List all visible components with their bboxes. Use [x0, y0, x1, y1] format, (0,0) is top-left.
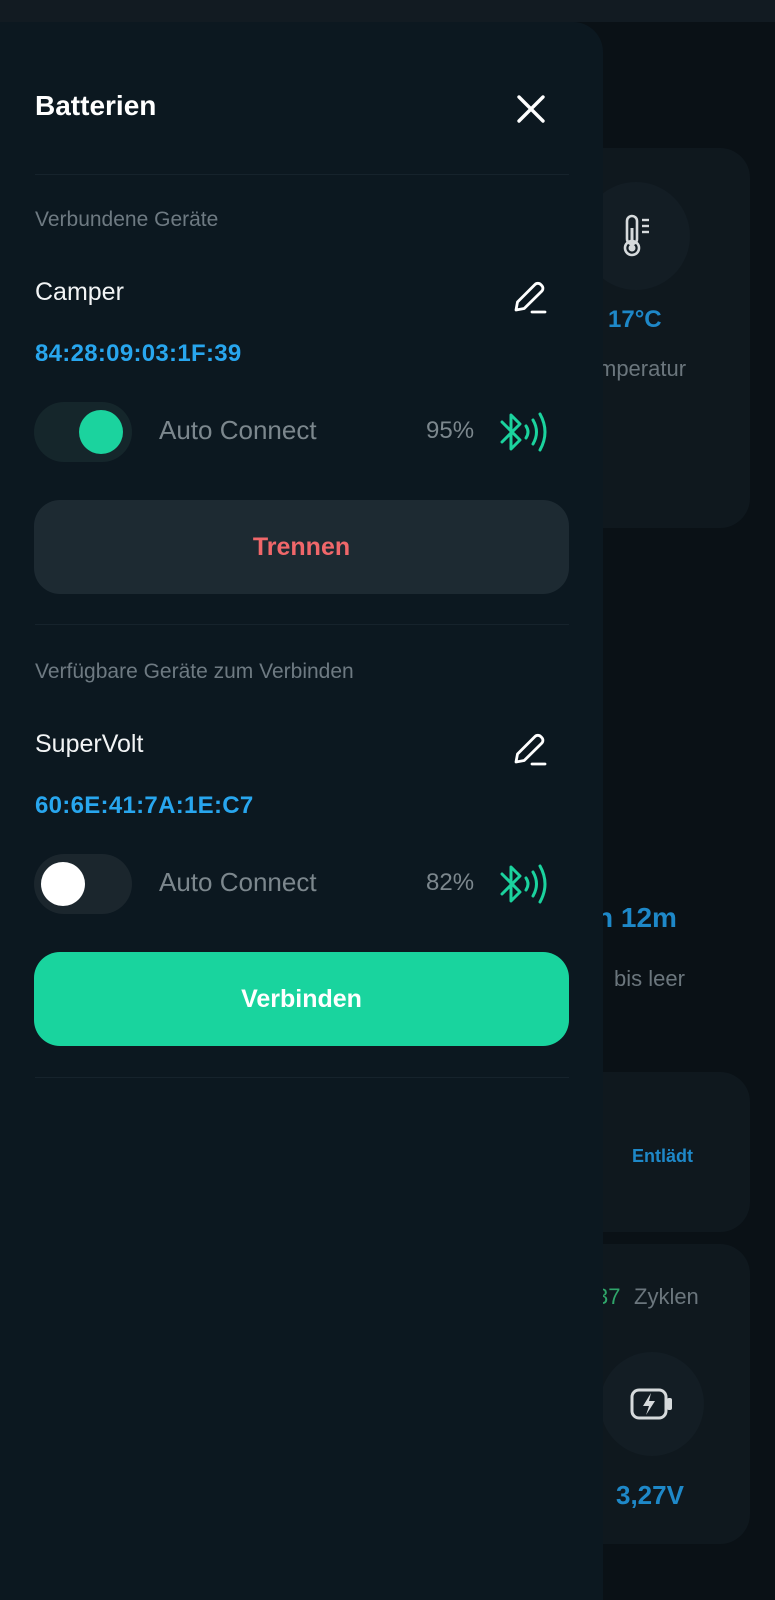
batteries-drawer: Batterien Verbundene Geräte Camper 84:28…	[0, 22, 603, 1600]
status-bar	[0, 0, 775, 22]
toggle-knob	[79, 410, 123, 454]
battery-charge-icon	[600, 1352, 704, 1456]
temperature-label: mperatur	[598, 356, 687, 381]
available-device-name: SuperVolt	[35, 730, 144, 758]
connected-device-mac: 84:28:09:03:1F:39	[35, 340, 242, 367]
signal-strength: 95%	[426, 417, 475, 444]
divider	[35, 1077, 569, 1078]
temperature-value: 17°C	[608, 306, 662, 333]
disconnect-button[interactable]: Trennen	[34, 500, 569, 594]
cycles-label: Zyklen	[634, 1284, 699, 1309]
connected-section-label: Verbundene Geräte	[35, 208, 219, 231]
auto-connect-toggle-camper[interactable]	[34, 402, 132, 462]
toggle-knob	[41, 862, 85, 906]
divider	[35, 624, 569, 625]
auto-connect-label: Auto Connect	[159, 415, 317, 445]
close-icon	[517, 95, 545, 123]
connect-button[interactable]: Verbinden	[34, 952, 569, 1046]
close-button[interactable]	[508, 86, 554, 132]
pencil-icon	[514, 733, 547, 766]
divider	[35, 174, 569, 175]
bluetooth-signal-icon	[496, 860, 554, 908]
drawer-title: Batterien	[35, 90, 157, 121]
edit-supervolt-button[interactable]	[508, 728, 552, 772]
pencil-icon	[514, 281, 547, 314]
available-section-label: Verfügbare Geräte zum Verbinden	[35, 660, 354, 683]
voltage-value: 3,27V	[616, 1480, 684, 1510]
auto-connect-label: Auto Connect	[159, 867, 317, 897]
connected-device-name: Camper	[35, 278, 124, 306]
time-remaining-label: bis leer	[614, 966, 685, 991]
bluetooth-signal-icon	[496, 408, 554, 456]
signal-strength: 82%	[426, 869, 475, 896]
available-device-mac: 60:6E:41:7A:1E:C7	[35, 792, 254, 819]
time-remaining-value: h 12m	[596, 902, 677, 933]
auto-connect-toggle-supervolt[interactable]	[34, 854, 132, 914]
status-badge: Entlädt	[632, 1146, 693, 1166]
edit-camper-button[interactable]	[508, 276, 552, 320]
